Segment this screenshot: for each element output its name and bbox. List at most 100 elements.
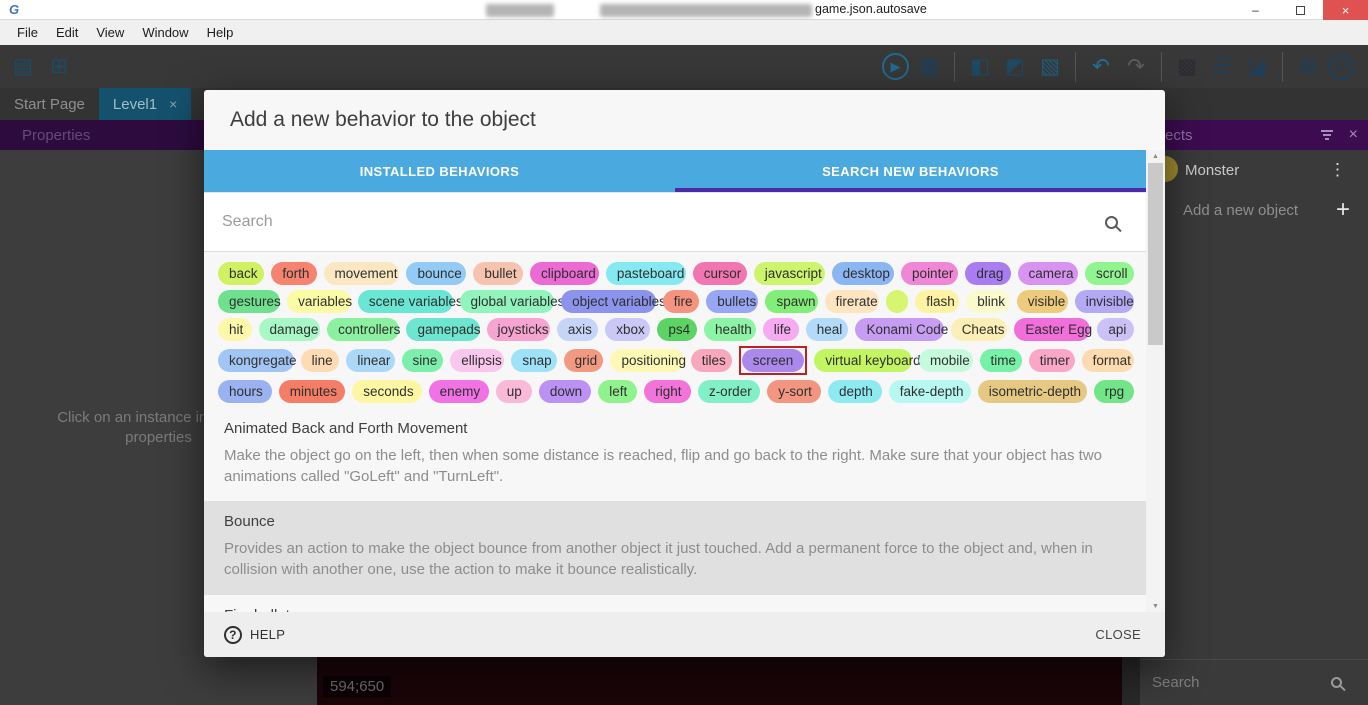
object-list-item[interactable]: Monster ⋮	[1140, 152, 1368, 188]
tag-chip-object-variables[interactable]: object variables	[561, 290, 656, 313]
menu-item-file[interactable]: File	[8, 22, 47, 43]
help-button[interactable]: ? HELP	[224, 626, 285, 644]
tag-chip-cursor[interactable]: cursor	[693, 262, 747, 285]
tag-chip-easter-egg[interactable]: Easter Egg	[1014, 318, 1090, 341]
tag-chip-time[interactable]: time	[980, 349, 1022, 372]
close-window-button[interactable]: ×	[1323, 0, 1368, 20]
tag-chip-axis[interactable]: axis	[557, 318, 598, 341]
tag-chip-pointer[interactable]: pointer	[901, 262, 958, 285]
tag-chip-xbox[interactable]: xbox	[605, 318, 650, 341]
undo-icon[interactable]: ↶	[1086, 52, 1116, 82]
tag-chip-mobile[interactable]: mobile	[919, 349, 973, 372]
instances-list-icon[interactable]: ☰	[1207, 52, 1237, 82]
grid-icon[interactable]: ⊞	[1293, 52, 1323, 82]
editor-tab-level1[interactable]: Level1×	[99, 88, 191, 120]
tag-chip-scene-variables[interactable]: scene variables	[358, 290, 453, 313]
tag-chip-joysticks[interactable]: joysticks	[487, 318, 550, 341]
tag-chip-forth[interactable]: forth	[271, 262, 316, 285]
tag-chip-global-variables[interactable]: global variables	[460, 290, 555, 313]
editor-tab-start-page[interactable]: Start Page	[0, 88, 99, 120]
add-object-row[interactable]: Add a new object +	[1140, 194, 1368, 226]
tag-chip-scroll[interactable]: scroll	[1085, 262, 1134, 285]
tag-chip-down[interactable]: down	[539, 380, 591, 403]
tag-chip-right[interactable]: right	[644, 380, 691, 403]
tag-chip-snap[interactable]: snap	[511, 349, 556, 372]
restore-button[interactable]	[1278, 0, 1323, 20]
scroll-down-icon[interactable]: ▼	[1146, 600, 1165, 612]
debug-icon[interactable]: ▦	[914, 52, 944, 82]
menu-item-view[interactable]: View	[87, 22, 133, 43]
tag-chip-left[interactable]: left	[598, 380, 637, 403]
tag-chip-konami-code[interactable]: Konami Code	[855, 318, 943, 341]
tag-chip-firerate[interactable]: firerate	[825, 290, 880, 313]
objects-list-icon[interactable]: ◩	[1000, 52, 1030, 82]
tag-chip-life[interactable]: life	[763, 318, 799, 341]
tag-chip-bullet[interactable]: bullet	[473, 262, 523, 285]
tag-chip-z-order[interactable]: z-order	[698, 380, 760, 403]
tag-chip-linear[interactable]: linear	[346, 349, 394, 372]
tag-chip-fake-depth[interactable]: fake-depth	[889, 380, 971, 403]
tag-chip-pasteboard[interactable]: pasteboard	[606, 262, 686, 285]
tag-chip-controllers[interactable]: controllers	[327, 318, 399, 341]
dialog-scrollbar[interactable]: ▲ ▼	[1146, 150, 1165, 612]
tag-chip-sine[interactable]: sine	[402, 349, 444, 372]
close-panel-icon[interactable]: ×	[1349, 126, 1358, 144]
tag-chip-isometric-depth[interactable]: isometric-depth	[978, 380, 1087, 403]
tag-chip-up[interactable]: up	[496, 380, 532, 403]
tag-chip-visible[interactable]: visible	[1017, 290, 1068, 313]
kebab-menu-icon[interactable]: ⋮	[1329, 160, 1346, 180]
scrollbar-thumb[interactable]	[1148, 163, 1163, 345]
menu-item-help[interactable]: Help	[198, 22, 243, 43]
tag-chip-line[interactable]: line	[301, 349, 340, 372]
tag-chip-seconds[interactable]: seconds	[352, 380, 421, 403]
tag-chip-ellipsis[interactable]: ellipsis	[450, 349, 504, 372]
tag-chip-screen[interactable]: screen	[742, 349, 805, 372]
tag-chip-timer[interactable]: timer	[1029, 349, 1075, 372]
menu-item-edit[interactable]: Edit	[47, 22, 87, 43]
tag-chip[interactable]	[886, 290, 908, 313]
tag-chip-invisible[interactable]: invisible	[1075, 290, 1134, 313]
tag-chip-spawn[interactable]: spawn	[765, 290, 817, 313]
scroll-up-icon[interactable]: ▲	[1146, 150, 1165, 162]
tag-chip-minutes[interactable]: minutes	[279, 380, 346, 403]
menu-item-window[interactable]: Window	[133, 22, 197, 43]
tag-chip-movement[interactable]: movement	[324, 262, 400, 285]
tag-chip-hit[interactable]: hit	[218, 318, 252, 341]
tag-chip-grid[interactable]: grid	[564, 349, 604, 372]
close-dialog-button[interactable]: CLOSE	[1095, 627, 1141, 642]
tag-chip-positioning[interactable]: positioning	[610, 349, 683, 372]
tag-chip-hours[interactable]: hours	[218, 380, 272, 403]
behavior-list-item[interactable]: Animated Back and Forth MovementMake the…	[204, 408, 1146, 501]
tag-chip-clipboard[interactable]: clipboard	[530, 262, 599, 285]
tag-chip-enemy[interactable]: enemy	[429, 380, 489, 403]
tag-chip-back[interactable]: back	[218, 262, 264, 285]
tag-chip-desktop[interactable]: desktop	[832, 262, 894, 285]
tag-chip-fire[interactable]: fire	[663, 290, 700, 313]
tag-chip-drag[interactable]: drag	[965, 262, 1010, 285]
tag-chip-health[interactable]: health	[704, 318, 756, 341]
behavior-search-field[interactable]: Search	[204, 192, 1146, 252]
tag-chip-format[interactable]: format	[1082, 349, 1134, 372]
tag-chip-virtual-keyboard[interactable]: virtual keyboard	[814, 349, 912, 372]
tag-chip-flash[interactable]: flash	[915, 290, 959, 313]
tag-chip-gamepads[interactable]: gamepads	[406, 318, 479, 341]
tag-chip-blink[interactable]: blink	[966, 290, 1009, 313]
tag-chip-y-sort[interactable]: y-sort	[767, 380, 821, 403]
tab-search-new-behaviors[interactable]: SEARCH NEW BEHAVIORS	[675, 150, 1146, 192]
tag-chip-camera[interactable]: camera	[1018, 262, 1079, 285]
filter-icon[interactable]	[1321, 130, 1333, 140]
layers-icon[interactable]: ◪	[1242, 52, 1272, 82]
add-object-icon[interactable]: ◧	[965, 52, 995, 82]
tag-chip-rpg[interactable]: rpg	[1094, 380, 1134, 403]
tag-chip-heal[interactable]: heal	[806, 318, 849, 341]
tab-installed-behaviors[interactable]: INSTALLED BEHAVIORS	[204, 150, 675, 192]
tag-chip-tiles[interactable]: tiles	[691, 349, 732, 372]
behavior-list-item[interactable]: BounceProvides an action to make the obj…	[204, 501, 1146, 594]
tag-chip-gestures[interactable]: gestures	[218, 290, 280, 313]
tag-chip-variables[interactable]: variables	[287, 290, 351, 313]
project-manager-icon[interactable]: ▤	[8, 52, 38, 82]
objects-search-field[interactable]: Search	[1140, 659, 1368, 705]
tag-chip-cheats[interactable]: Cheats	[951, 318, 1008, 341]
mask-icon[interactable]: ▩	[1172, 52, 1202, 82]
tag-chip-damage[interactable]: damage	[259, 318, 321, 341]
